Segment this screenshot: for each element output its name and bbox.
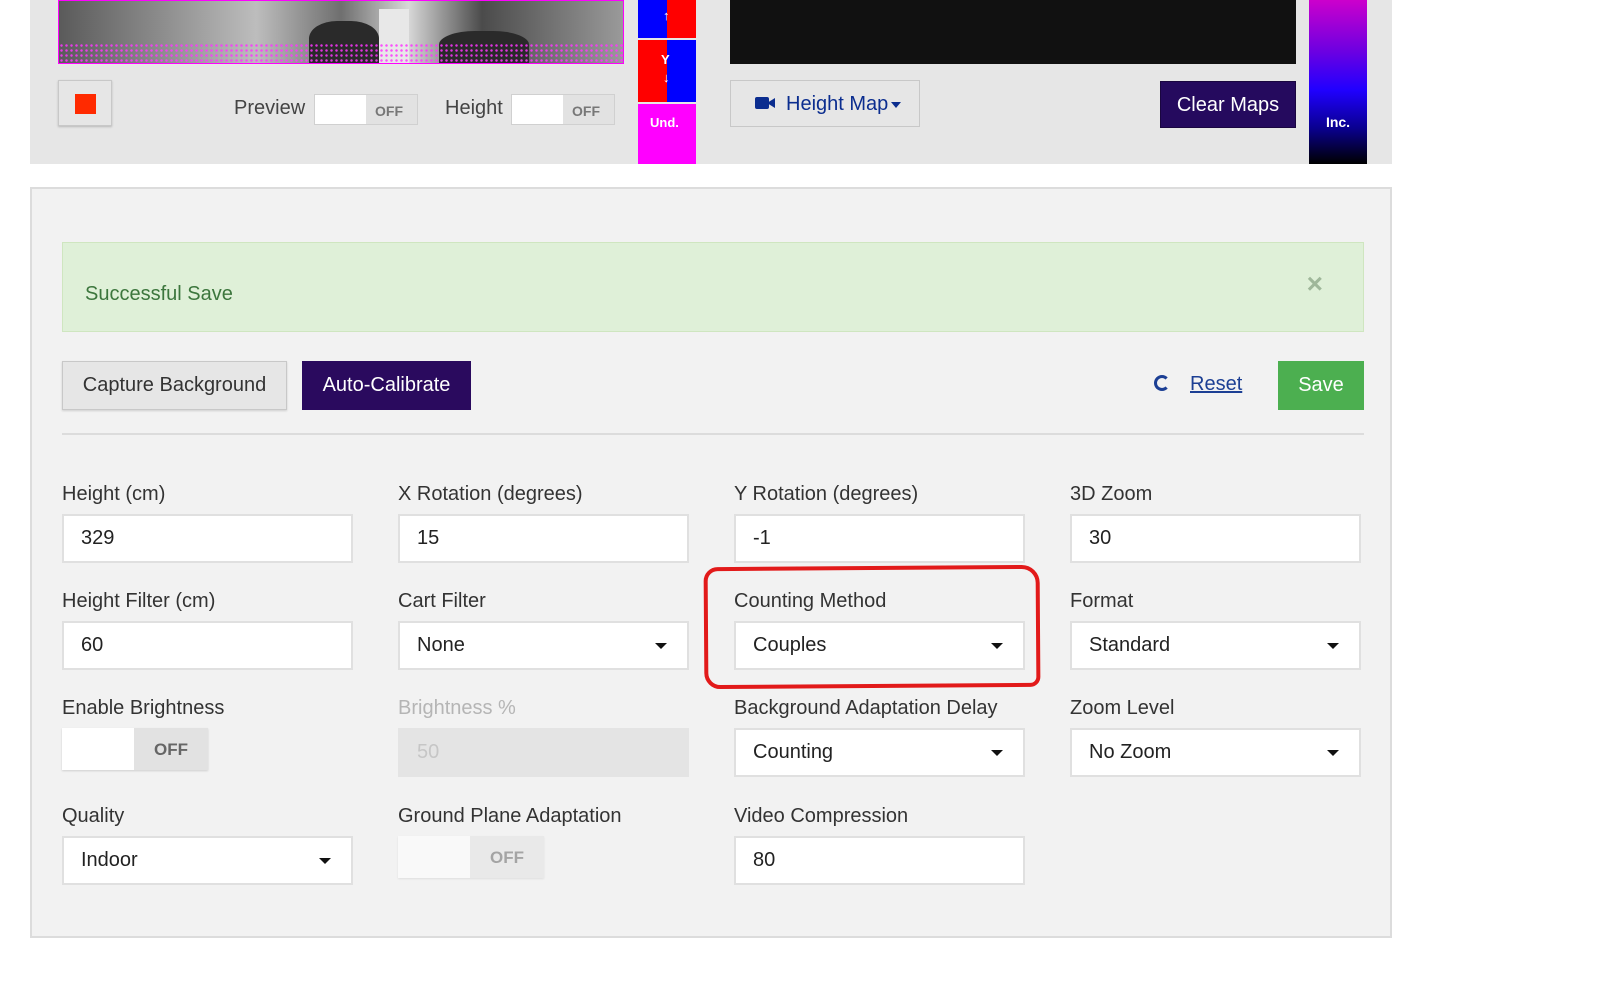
toggle-knob bbox=[315, 95, 366, 124]
axis-und-label: Und. bbox=[650, 115, 679, 130]
stop-icon bbox=[75, 94, 96, 114]
enable-brightness-state: OFF bbox=[154, 740, 188, 759]
caret-down-icon bbox=[991, 750, 1003, 756]
save-button[interactable]: Save bbox=[1278, 361, 1364, 410]
preview-toggle-state: OFF bbox=[375, 103, 403, 119]
x-rotation-label: X Rotation (degrees) bbox=[398, 483, 583, 505]
ground-plane-state: OFF bbox=[490, 848, 524, 867]
capture-background-button[interactable]: Capture Background bbox=[62, 361, 287, 410]
height-toggle-state: OFF bbox=[572, 103, 600, 119]
axis-down-arrow: ↓ bbox=[663, 70, 670, 85]
cart-filter-value: None bbox=[417, 634, 465, 656]
video-compression-input[interactable]: 80 bbox=[734, 836, 1025, 885]
y-rotation-label: Y Rotation (degrees) bbox=[734, 483, 919, 505]
zoom-3d-label: 3D Zoom bbox=[1070, 483, 1153, 505]
height-scale-bar: Inc. bbox=[1309, 0, 1367, 164]
scale-inc-label: Inc. bbox=[1325, 114, 1351, 130]
height-map-label: Height Map bbox=[786, 93, 889, 115]
zoom-level-select[interactable]: No Zoom bbox=[1070, 728, 1361, 777]
height-cm-label: Height (cm) bbox=[62, 483, 166, 505]
height-cm-input[interactable]: 329 bbox=[62, 514, 353, 563]
close-icon[interactable]: × bbox=[1307, 268, 1323, 300]
zoom-level-value: No Zoom bbox=[1089, 741, 1172, 763]
quality-label: Quality bbox=[62, 805, 125, 827]
format-value: Standard bbox=[1089, 634, 1171, 656]
clear-maps-button[interactable]: Clear Maps bbox=[1160, 81, 1296, 128]
caret-down-icon bbox=[1327, 643, 1339, 649]
camera-feed bbox=[58, 0, 624, 64]
settings-panel: Successful Save × Capture Background Aut… bbox=[30, 187, 1392, 938]
caret-down-icon bbox=[1327, 750, 1339, 756]
enable-brightness-toggle[interactable]: OFF bbox=[62, 728, 208, 770]
preview-toggle[interactable]: OFF bbox=[314, 94, 418, 125]
preview-label: Preview bbox=[234, 97, 306, 119]
cart-filter-label: Cart Filter bbox=[398, 590, 486, 612]
height-filter-input[interactable]: 60 bbox=[62, 621, 353, 670]
refresh-icon[interactable] bbox=[1154, 375, 1170, 391]
axis-legend: ↑ Y ↓ Und. bbox=[638, 0, 696, 164]
height-map-dropdown[interactable]: Height Map bbox=[730, 80, 920, 127]
auto-calibrate-button[interactable]: Auto-Calibrate bbox=[302, 361, 471, 410]
y-rotation-input[interactable]: -1 bbox=[734, 514, 1025, 563]
height-label: Height bbox=[445, 97, 503, 119]
enable-brightness-label: Enable Brightness bbox=[62, 697, 225, 719]
toggle-knob bbox=[62, 728, 134, 770]
height-filter-label: Height Filter (cm) bbox=[62, 590, 216, 612]
highlight-annotation bbox=[703, 564, 1041, 690]
brightness-input: 50 bbox=[398, 728, 689, 777]
reset-link[interactable]: Reset bbox=[1190, 373, 1242, 396]
ground-plane-label: Ground Plane Adaptation bbox=[398, 805, 622, 827]
cart-filter-select[interactable]: None bbox=[398, 621, 689, 670]
bg-adaptation-delay-select[interactable]: Counting bbox=[734, 728, 1025, 777]
video-compression-label: Video Compression bbox=[734, 805, 909, 827]
format-select[interactable]: Standard bbox=[1070, 621, 1361, 670]
alert-message: Successful Save bbox=[85, 283, 233, 305]
quality-value: Indoor bbox=[81, 849, 138, 871]
zoom-level-label: Zoom Level bbox=[1070, 697, 1175, 719]
bg-adaptation-delay-label: Background Adaptation Delay bbox=[734, 697, 998, 719]
ground-plane-toggle: OFF bbox=[398, 836, 544, 878]
height-toggle[interactable]: OFF bbox=[511, 94, 615, 125]
caret-down-icon bbox=[891, 102, 901, 108]
format-label: Format bbox=[1070, 590, 1134, 612]
bg-adaptation-delay-value: Counting bbox=[753, 741, 834, 763]
divider bbox=[62, 433, 1364, 435]
caret-down-icon bbox=[319, 858, 331, 864]
axis-up-arrow: ↑ bbox=[663, 8, 670, 23]
stop-button[interactable] bbox=[58, 80, 112, 126]
caret-down-icon bbox=[655, 643, 667, 649]
toggle-knob bbox=[512, 95, 563, 124]
zoom-3d-input[interactable]: 30 bbox=[1070, 514, 1361, 563]
quality-select[interactable]: Indoor bbox=[62, 836, 353, 885]
success-alert: Successful Save × bbox=[62, 242, 1364, 332]
x-rotation-input[interactable]: 15 bbox=[398, 514, 689, 563]
toggle-knob bbox=[398, 836, 470, 878]
height-map-view bbox=[730, 0, 1296, 64]
axis-y-label: Y bbox=[661, 52, 670, 67]
video-camera-icon bbox=[755, 97, 775, 109]
camera-panel: Preview OFF Height OFF ↑ Y ↓ Und. Height… bbox=[30, 0, 1392, 164]
brightness-label: Brightness % bbox=[398, 697, 516, 719]
